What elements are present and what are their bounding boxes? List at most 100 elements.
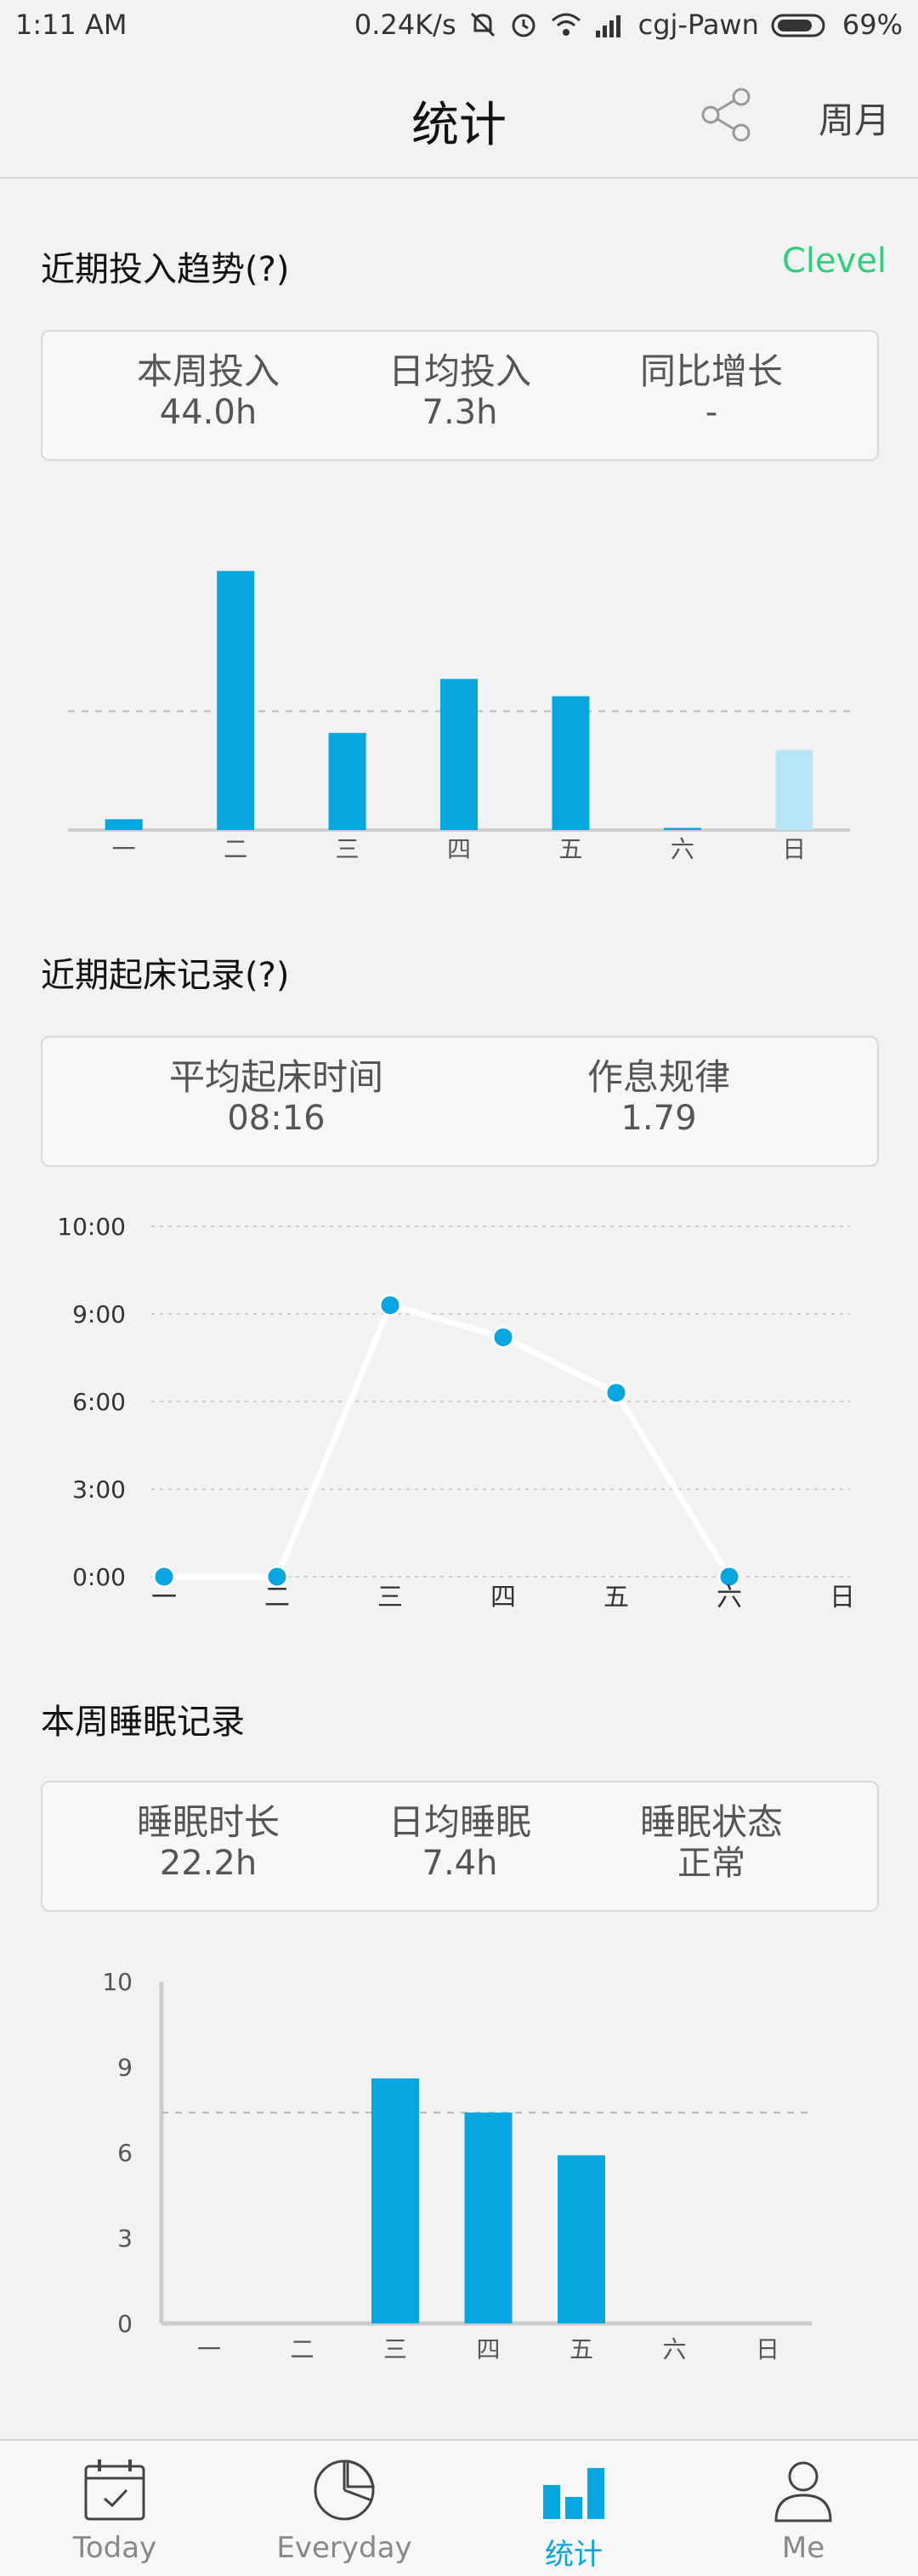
x-tick-label-5: 六 — [662, 2335, 686, 2363]
bar-chart-icon — [543, 2468, 604, 2519]
status-time: 1:11 AM — [15, 9, 128, 41]
signal-icon — [595, 15, 620, 37]
bar-4 — [552, 696, 590, 830]
x-tick-label-6: 日 — [830, 1583, 855, 1612]
metric-value: 08:16 — [227, 1099, 326, 1138]
x-tick-label-1: 二 — [264, 1583, 290, 1612]
bar-3 — [464, 2113, 513, 2323]
x-tick-label-2: 三 — [383, 2335, 407, 2363]
x-tick-label-2: 三 — [377, 1583, 403, 1612]
status-indicators: 0.24K/s cgj-Pawn 69% — [354, 9, 903, 41]
metric-value: 正常 — [677, 1844, 745, 1883]
x-tick-label-0: 一 — [112, 835, 136, 863]
person-icon — [774, 2461, 832, 2522]
bar-5 — [663, 827, 701, 830]
bar-4 — [558, 2155, 605, 2323]
x-tick-label-2: 三 — [336, 835, 360, 863]
wifi-icon — [551, 13, 581, 36]
sleep-duration-metric: 睡眠时长 22.2h — [68, 1801, 348, 1883]
bottom-nav: Today Everyday 统计 Me — [0, 2439, 918, 2576]
nav-today[interactable]: Today — [0, 2441, 230, 2576]
x-tick-label-3: 四 — [490, 1583, 516, 1612]
x-tick-label-5: 六 — [671, 835, 694, 863]
data-point-4 — [604, 1381, 628, 1405]
y-tick-label-0: 0:00 — [72, 1563, 126, 1591]
sleep-bar-chart: 0 3 6 9 10 一 二 三 四 五 六 日 — [102, 1968, 812, 2363]
nav-stats[interactable]: 统计 — [459, 2441, 688, 2576]
nav-label: Everyday — [276, 2531, 412, 2565]
clevel-link[interactable]: Clevel — [782, 242, 887, 281]
x-tick-label-6: 日 — [756, 2335, 779, 2363]
nav-me[interactable]: Me — [688, 2441, 918, 2576]
pie-chart-icon — [314, 2459, 375, 2521]
page-title: 统计 — [411, 98, 507, 153]
x-tick-label-0: 一 — [151, 1583, 177, 1612]
x-tick-label-4: 五 — [570, 2335, 593, 2363]
bar-3 — [440, 679, 478, 830]
bar-1 — [217, 571, 255, 830]
metric-label: 平均起床时间 — [168, 1056, 383, 1098]
y-tick-label-3: 9 — [117, 2054, 133, 2082]
bar-0 — [105, 819, 143, 830]
daily-input-metric: 日均投入 7.3h — [320, 350, 600, 432]
wake-summary-card: 平均起床时间 08:16 作息规律 1.79 — [41, 1036, 879, 1167]
metric-value: 7.4h — [422, 1844, 498, 1883]
metric-label: 睡眠状态 — [639, 1801, 783, 1843]
metric-value: 22.2h — [159, 1844, 258, 1883]
metric-label: 本周投入 — [136, 350, 280, 392]
sleep-status-metric: 睡眠状态 正常 — [571, 1801, 852, 1883]
y-tick-label-1: 3 — [117, 2225, 133, 2253]
x-tick-label-3: 四 — [476, 2335, 500, 2363]
y-tick-label-4: 10:00 — [57, 1213, 126, 1241]
x-tick-label-1: 二 — [224, 835, 247, 863]
y-tick-label-0: 0 — [117, 2310, 133, 2338]
metric-label: 日均投入 — [388, 350, 531, 392]
alarm-icon — [512, 14, 536, 37]
status-bar: 1:11 AM 0.24K/s cgj-Pawn 69% — [0, 0, 918, 53]
bar-2 — [371, 2078, 419, 2323]
bar-2 — [328, 732, 366, 830]
metric-value: 44.0h — [159, 393, 258, 432]
metric-label: 同比增长 — [639, 350, 783, 392]
nav-everyday[interactable]: Everyday — [230, 2441, 459, 2576]
carrier-name: cgj-Pawn — [638, 9, 759, 41]
wake-time-series-line — [164, 1302, 732, 1580]
yoy-growth-metric: 同比增长 - — [571, 350, 852, 432]
nav-label: 统计 — [545, 2538, 603, 2572]
avg-wake-time-metric: 平均起床时间 08:16 — [136, 1056, 416, 1138]
metric-value: - — [705, 393, 718, 432]
share-icon[interactable] — [697, 85, 756, 145]
x-tick-label-1: 二 — [290, 2335, 314, 2363]
nav-label: Me — [781, 2531, 825, 2565]
metric-label: 日均睡眠 — [388, 1801, 531, 1843]
weekly-input-bar-chart: 一二三四五六日 — [68, 571, 850, 863]
x-tick-label-5: 六 — [717, 1583, 742, 1612]
metric-label: 睡眠时长 — [136, 1801, 280, 1843]
data-point-2 — [378, 1294, 402, 1317]
y-tick-label-4: 10 — [102, 1968, 133, 1996]
trend-section-title[interactable]: 近期投入趋势(?) — [41, 242, 289, 291]
wake-section-title[interactable]: 近期起床记录(?) — [41, 947, 289, 997]
sleep-summary-card: 睡眠时长 22.2h 日均睡眠 7.4h 睡眠状态 正常 — [41, 1781, 879, 1912]
metric-value: 1.79 — [620, 1099, 697, 1138]
sleep-section-title: 本周睡眠记录 — [41, 1703, 245, 1742]
period-toggle[interactable]: 周月 — [819, 92, 890, 144]
battery-level: 69% — [842, 9, 903, 41]
bar-6 — [775, 750, 813, 830]
network-speed: 0.24K/s — [354, 9, 456, 41]
battery-icon — [771, 14, 825, 37]
x-tick-label-0: 一 — [197, 2335, 221, 2363]
wake-time-line-chart: 0:00 3:00 6:00 9:00 10:00 一 二 三 四 五 六 日 — [57, 1213, 855, 1612]
nav-label: Today — [72, 2531, 157, 2565]
trend-summary-card: 本周投入 44.0h 日均投入 7.3h 同比增长 - — [41, 330, 879, 461]
daily-sleep-metric: 日均睡眠 7.4h — [320, 1801, 600, 1883]
x-tick-label-3: 四 — [447, 835, 471, 863]
routine-regularity-metric: 作息规律 1.79 — [518, 1056, 799, 1138]
data-point-3 — [491, 1325, 515, 1349]
y-tick-label-2: 6:00 — [72, 1388, 126, 1416]
metric-value: 7.3h — [422, 393, 498, 432]
x-tick-label-4: 五 — [558, 835, 582, 863]
y-tick-label-2: 6 — [117, 2139, 133, 2167]
calendar-check-icon — [84, 2459, 145, 2521]
y-tick-label-1: 3:00 — [72, 1476, 126, 1504]
